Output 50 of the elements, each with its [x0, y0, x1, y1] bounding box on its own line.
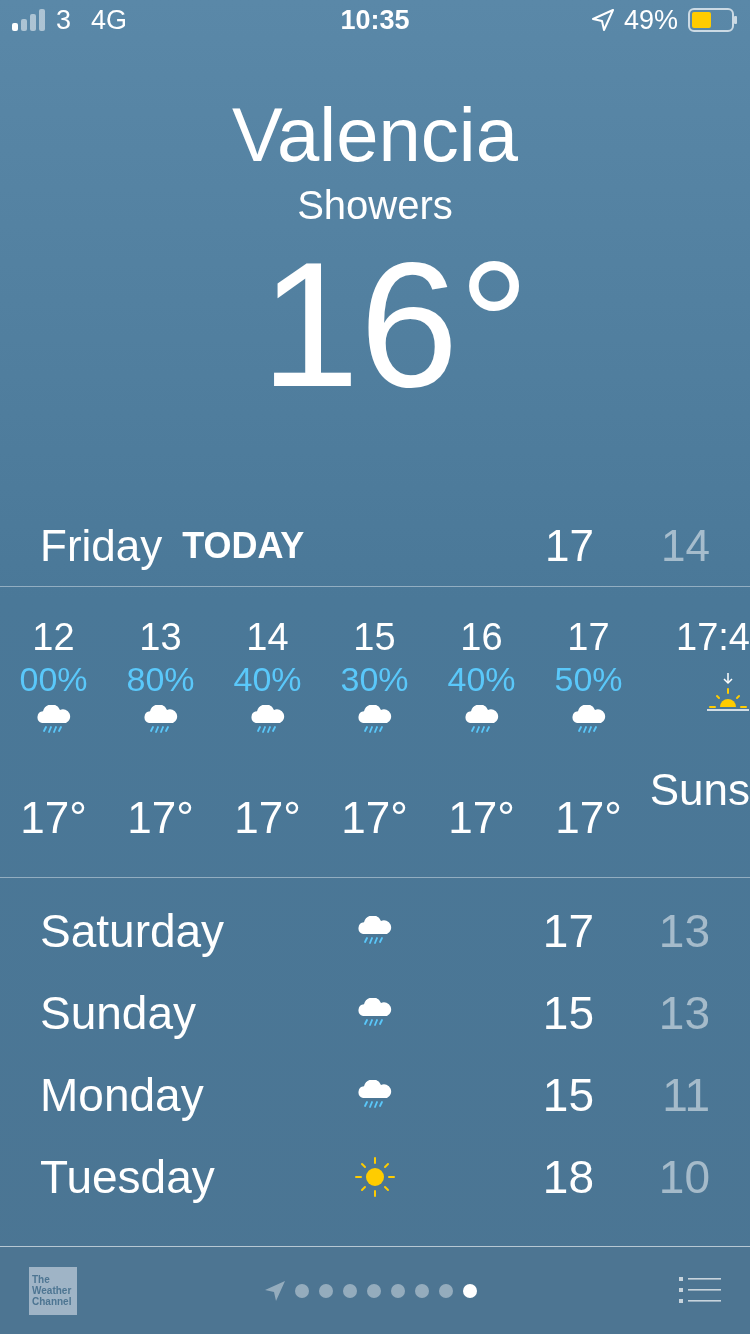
low-temperature: 11	[661, 1067, 710, 1123]
day-name: Saturday	[40, 903, 226, 959]
current-temperature: 16°	[259, 230, 530, 420]
day-name: Sunday	[40, 985, 197, 1041]
high-temperature: 18	[541, 1149, 594, 1205]
location-arrow-icon	[591, 9, 614, 31]
sunset-label: Suns	[649, 765, 750, 815]
clock-time: 10:35	[340, 3, 410, 37]
rain-chance: 40%	[233, 659, 302, 699]
hour-temperature: 17°	[127, 793, 194, 843]
rain-chance: 50%	[554, 659, 623, 699]
signal-icon	[12, 9, 46, 31]
hour-label: 14	[246, 615, 289, 659]
high-temperature: 15	[541, 985, 594, 1041]
high-temperature: 15	[541, 1067, 594, 1123]
hour-label: 15	[353, 615, 396, 659]
hour-temperature: 17°	[341, 793, 408, 843]
city-name: Valencia	[232, 91, 518, 179]
rain-chance: 80%	[126, 659, 195, 699]
sun-icon	[353, 1155, 397, 1199]
day-name: Tuesday	[40, 1149, 216, 1205]
high-temperature: 17	[541, 903, 594, 959]
battery-percent: 49%	[623, 3, 678, 37]
hour-temperature: 17°	[20, 793, 87, 843]
day-name: Monday	[40, 1067, 205, 1123]
weather-condition: Showers	[297, 182, 453, 229]
rain-chance: 40%	[447, 659, 516, 699]
network-type: 4G	[91, 3, 128, 37]
battery-icon	[688, 8, 738, 32]
list-icon[interactable]	[679, 1276, 721, 1305]
today-label: TODAY	[182, 524, 305, 568]
low-temperature: 10	[657, 1149, 710, 1205]
low-temperature: 13	[657, 985, 710, 1041]
hour-temperature: 17°	[234, 793, 301, 843]
sunset-time: 17:4	[676, 615, 750, 659]
hour-temperature: 17°	[555, 793, 622, 843]
location-arrow-icon[interactable]	[265, 1280, 285, 1301]
low-temperature: 13	[657, 903, 710, 959]
rain-chance: 00%	[19, 659, 88, 699]
hour-temperature: 17°	[448, 793, 515, 843]
hour-label: 16	[460, 615, 503, 659]
rain-chance: 30%	[340, 659, 409, 699]
hour-label: 12	[32, 615, 75, 659]
day-name: Friday	[40, 520, 163, 572]
hour-label: 13	[139, 615, 182, 659]
hour-label: 17	[567, 615, 610, 659]
low-temperature: 14	[660, 520, 710, 572]
weather-channel-logo[interactable]: The Weather Channel	[29, 1266, 77, 1315]
high-temperature: 17	[544, 520, 594, 572]
carrier-name: 3	[56, 3, 72, 37]
